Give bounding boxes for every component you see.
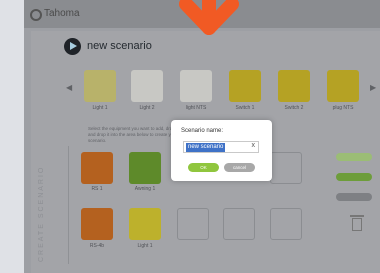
help-text: Select the equipment you want to add, dr… xyxy=(88,126,178,143)
device-light-nts[interactable] xyxy=(180,70,212,102)
empty-slot[interactable] xyxy=(223,208,255,240)
tile-label: Light 1 xyxy=(137,243,153,249)
tile-rs-4b[interactable] xyxy=(81,208,113,240)
empty-slot[interactable] xyxy=(270,208,302,240)
ok-button[interactable]: OK xyxy=(188,163,219,172)
cancel-button[interactable]: cancel xyxy=(224,163,255,172)
scenario-name-input[interactable]: new scenario x xyxy=(183,141,259,153)
carousel-left-arrow[interactable]: ◀ xyxy=(66,83,72,92)
logo-icon xyxy=(30,9,42,21)
tile-label: Awning 1 xyxy=(134,186,156,192)
tile-awning-1[interactable] xyxy=(129,152,161,184)
device-light-2[interactable] xyxy=(131,70,163,102)
device-label: Light 2 xyxy=(139,105,155,111)
device-label: plug NTS xyxy=(332,105,354,111)
pointer-arrow-icon xyxy=(179,0,239,35)
device-label: Light 1 xyxy=(92,105,108,111)
empty-slot[interactable] xyxy=(177,208,209,240)
scenario-name-dialog: Scenario name: new scenario x OK cancel xyxy=(171,120,272,181)
tile-light-1[interactable] xyxy=(129,208,161,240)
tile-rs-1[interactable] xyxy=(81,152,113,184)
device-switch-2[interactable] xyxy=(278,70,310,102)
side-button-3[interactable] xyxy=(336,193,372,201)
device-label: Switch 1 xyxy=(235,105,255,111)
logo: Tahoma xyxy=(30,7,110,23)
divider xyxy=(68,146,69,264)
dialog-title: Scenario name: xyxy=(181,128,224,134)
device-switch-1[interactable] xyxy=(229,70,261,102)
side-button-2[interactable] xyxy=(336,173,372,181)
clear-icon[interactable]: x xyxy=(252,142,256,149)
trash-icon[interactable] xyxy=(350,215,364,231)
empty-slot[interactable] xyxy=(270,152,302,184)
device-light-1[interactable] xyxy=(84,70,116,102)
create-scenario-label: CREATE SCENARIO xyxy=(38,165,45,262)
device-label: Switch 2 xyxy=(284,105,304,111)
tile-label: RS 1 xyxy=(91,186,103,192)
device-label: light NTS xyxy=(185,105,207,111)
carousel-right-arrow[interactable]: ▶ xyxy=(370,83,376,92)
play-icon[interactable] xyxy=(64,38,81,55)
scenario-name-value: new scenario xyxy=(186,143,226,152)
scenario-title: new scenario xyxy=(87,40,152,52)
side-button-1[interactable] xyxy=(336,153,372,161)
brand-name: Tahoma xyxy=(44,8,80,19)
tile-label: RS-4b xyxy=(89,243,105,249)
device-plug-nts[interactable] xyxy=(327,70,359,102)
